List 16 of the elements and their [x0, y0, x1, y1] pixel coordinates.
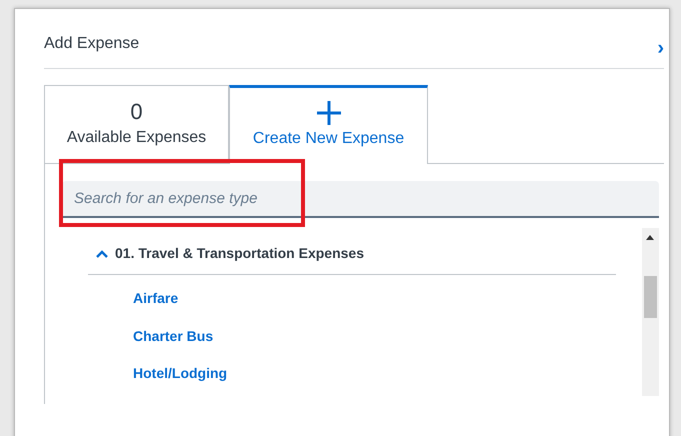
- tab[interactable]: 0 Available Expenses: [44, 85, 229, 163]
- count-text: 0: [130, 100, 143, 124]
- tab[interactable]: Create New Expense: [229, 85, 428, 164]
- search-field[interactable]: Search for an expense type: [62, 181, 659, 218]
- scroll-up-icon[interactable]: [646, 235, 654, 240]
- tab-label: Create New Expense: [252, 129, 404, 149]
- expense-type-link[interactable]: Airfare: [133, 285, 178, 312]
- close-icon[interactable]: ›: [657, 40, 664, 56]
- scrollbar[interactable]: [642, 228, 659, 396]
- dialog-title: Add Expense: [44, 34, 140, 54]
- tab-label: Available Expenses: [66, 128, 206, 148]
- plus-icon: [316, 101, 340, 125]
- group-header[interactable]: 01. Travel & Transportation Expenses: [88, 243, 616, 275]
- expense-type-link[interactable]: Hotel/Lodging: [133, 360, 228, 388]
- expense-type-link[interactable]: Charter Bus: [133, 322, 214, 350]
- scrollbar-thumb[interactable]: [644, 276, 657, 318]
